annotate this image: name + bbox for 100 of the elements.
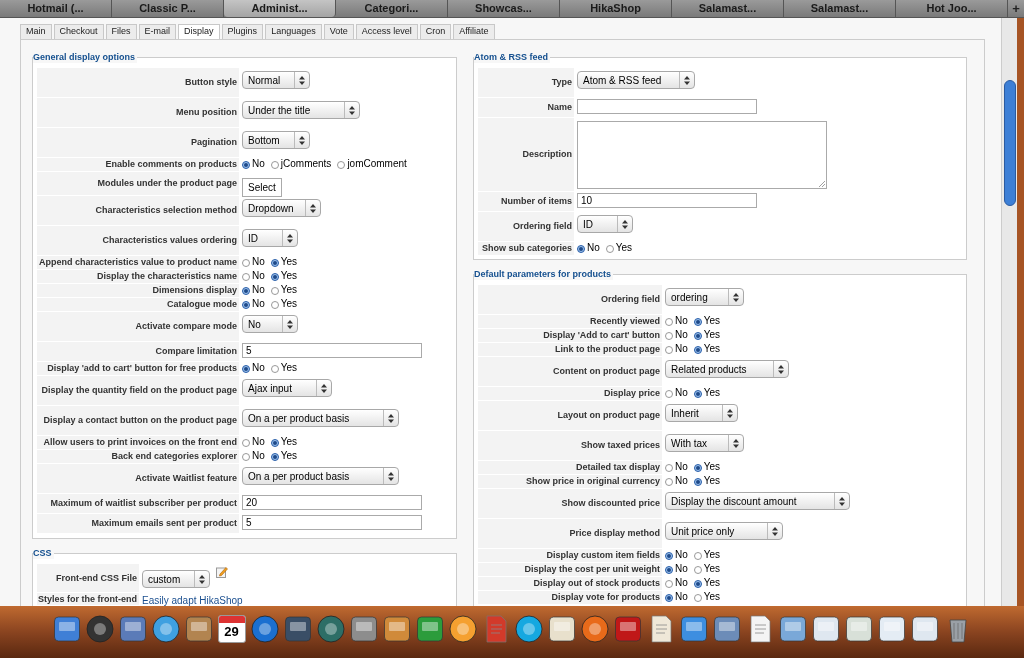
dropdown[interactable]: Bottom (242, 131, 310, 149)
option-label: Yes (703, 475, 721, 487)
dropdown[interactable]: Dropdown (242, 199, 321, 217)
dropdown[interactable]: On a per product basis (242, 467, 400, 485)
dropdown[interactable]: custom (142, 570, 210, 588)
settings-tab[interactable]: Main (20, 24, 52, 39)
radio-button[interactable] (665, 580, 673, 588)
radio-button[interactable] (665, 318, 673, 326)
up-down-arrows-icon (309, 203, 316, 213)
browser-tab[interactable]: Salamast... (784, 0, 896, 17)
dropdown[interactable]: Atom & RSS feed (577, 71, 695, 89)
up-down-arrows-icon (732, 438, 739, 448)
settings-tab[interactable]: Access level (355, 24, 418, 39)
radio-button[interactable] (242, 273, 250, 281)
dropdown[interactable]: ordering (665, 288, 744, 306)
radio-button[interactable] (270, 301, 279, 309)
input-field[interactable]: 5 (242, 515, 422, 530)
radio-button[interactable] (242, 365, 250, 373)
radio-button[interactable] (270, 365, 279, 373)
radio-button[interactable] (665, 332, 673, 340)
settings-tab[interactable]: Vote (323, 24, 354, 39)
browser-tab[interactable]: Categori... (336, 0, 448, 17)
calendar-icon[interactable]: 29 (217, 615, 246, 643)
settings-tab[interactable]: E-mail (138, 24, 177, 39)
radio-button[interactable] (270, 439, 279, 447)
radio-button[interactable] (693, 346, 702, 354)
option-label: No (675, 387, 688, 399)
dropdown[interactable]: ID (242, 229, 298, 247)
radio-button[interactable] (242, 259, 250, 267)
radio-button[interactable] (270, 161, 279, 169)
resize-handle-icon[interactable] (819, 181, 825, 187)
radio-button[interactable] (693, 552, 702, 560)
browser-tab[interactable]: Administ... (224, 0, 336, 17)
browser-tab[interactable]: Hotmail (... (0, 0, 112, 17)
dropdown[interactable]: Ajax input (242, 379, 332, 397)
browser-tab[interactable]: Showcas... (448, 0, 560, 17)
radio-button[interactable] (693, 332, 702, 340)
radio-button[interactable] (242, 161, 250, 169)
settings-tab[interactable]: Plugins (221, 24, 264, 39)
radio-button[interactable] (693, 566, 702, 574)
dropdown[interactable]: ID (577, 215, 633, 233)
radio-button[interactable] (605, 245, 614, 253)
dropdown[interactable]: Unit price only (665, 522, 783, 540)
radio-button[interactable] (693, 464, 702, 472)
option-label: Yes (703, 591, 721, 603)
settings-tab[interactable]: Files (105, 24, 137, 39)
radio-button[interactable] (693, 594, 702, 602)
input-field[interactable] (577, 99, 757, 114)
browser-tab[interactable]: Hot Joo... (896, 0, 1008, 17)
settings-tab[interactable]: Cron (419, 24, 452, 39)
new-tab-button[interactable]: + (1008, 0, 1024, 17)
edit-icon[interactable] (215, 566, 228, 578)
radio-button[interactable] (270, 287, 279, 295)
radio-button[interactable] (270, 273, 279, 281)
radio-button[interactable] (693, 390, 702, 398)
dropdown[interactable]: No (242, 315, 298, 333)
browser-tab[interactable]: HikaShop (560, 0, 672, 17)
description-link[interactable]: Easily adapt HikaShop (142, 595, 243, 606)
radio-button[interactable] (337, 161, 346, 169)
radio-button[interactable] (665, 478, 673, 486)
radio-button[interactable] (665, 594, 673, 602)
radio-button[interactable] (242, 287, 250, 295)
field-label: Maximum emails sent per product (37, 514, 239, 533)
radio-button[interactable] (242, 439, 250, 447)
dropdown[interactable]: Related products (665, 360, 789, 378)
radio-button[interactable] (665, 566, 673, 574)
radio-button[interactable] (693, 318, 702, 326)
settings-tab[interactable]: Checkout (53, 24, 104, 39)
input-field[interactable]: 20 (242, 495, 422, 510)
dropdown[interactable]: Under the title (242, 101, 360, 119)
radio-button[interactable] (270, 259, 279, 267)
option-label: No (252, 158, 265, 170)
radio-button[interactable] (242, 301, 250, 309)
settings-tab[interactable]: Affiliate (453, 24, 495, 39)
dropdown[interactable]: Normal (242, 71, 310, 89)
field-label: Ordering field (478, 285, 662, 314)
radio-button[interactable] (693, 478, 702, 486)
radio-button[interactable] (665, 464, 673, 472)
square-icon[interactable] (52, 615, 81, 643)
radio-button[interactable] (665, 346, 673, 354)
dropdown[interactable]: Inherit (665, 404, 739, 422)
dropdown[interactable]: Display the discount amount (665, 492, 851, 510)
radio-button[interactable] (577, 245, 585, 253)
option-label: jComments (280, 158, 332, 170)
up-down-arrows-icon (839, 496, 846, 506)
select-button[interactable]: Select (242, 178, 282, 197)
dropdown[interactable]: On a per product basis (242, 409, 400, 427)
radio-button[interactable] (665, 390, 673, 398)
input-field[interactable]: 5 (242, 343, 422, 358)
field-label: Name (478, 98, 574, 117)
radio-button[interactable] (270, 453, 279, 461)
radio-button[interactable] (665, 552, 673, 560)
scrollbar-thumb[interactable] (1003, 80, 1016, 206)
radio-button[interactable] (693, 580, 702, 588)
browser-tab[interactable]: Salamast... (672, 0, 784, 17)
dropdown[interactable]: With tax (665, 434, 744, 452)
input-field[interactable]: 10 (577, 193, 757, 208)
radio-button[interactable] (242, 453, 250, 461)
settings-tab[interactable]: Display (178, 24, 220, 39)
settings-tab[interactable]: Languages (265, 24, 322, 39)
